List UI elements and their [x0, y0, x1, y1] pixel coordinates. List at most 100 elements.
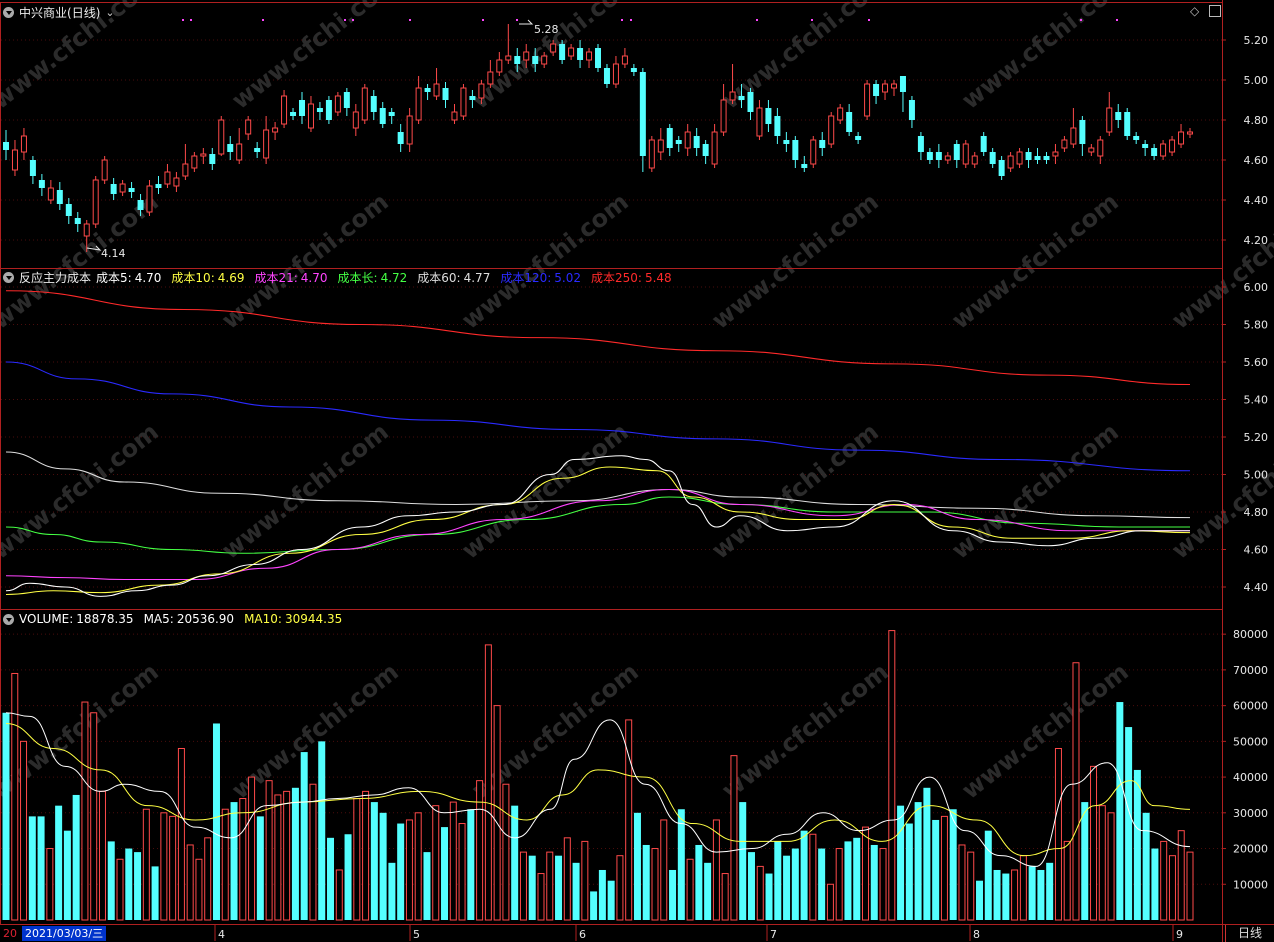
- cost-item-value: 4.77: [463, 270, 491, 285]
- candle-body-down: [747, 92, 754, 112]
- volume-bar-down: [642, 844, 650, 920]
- volume-bar-down: [800, 830, 808, 920]
- cost-legend-item: 成本21: 4.70: [254, 271, 332, 285]
- candle-body-down: [128, 188, 135, 192]
- volume-bar-down: [1142, 812, 1150, 920]
- settings-dropdown-icon[interactable]: ⌄: [105, 6, 114, 19]
- candle-body-up: [657, 139, 664, 153]
- volume-bar-up: [362, 790, 370, 921]
- candle-body-up: [245, 119, 252, 135]
- candle-body-up: [720, 99, 727, 133]
- candle-body-up: [505, 55, 512, 61]
- candle-body-up: [83, 223, 90, 237]
- volume-bar-up: [826, 883, 834, 921]
- collapse-cost-panel-icon[interactable]: [3, 271, 14, 283]
- volume-bar-up: [940, 815, 948, 921]
- candle-body-up: [415, 87, 422, 121]
- volume-item-label: VOLUME:: [19, 612, 74, 626]
- candle: [325, 96, 332, 124]
- candle-body-up: [621, 55, 628, 65]
- volume-bar-down: [28, 816, 36, 920]
- maximize-icon[interactable]: [1209, 5, 1221, 17]
- volume-bar-up: [712, 819, 720, 921]
- period-tab[interactable]: 日线: [1225, 925, 1274, 942]
- cost-item-value: 4.70: [300, 270, 328, 285]
- candle-body-down: [935, 152, 942, 160]
- collapse-volume-panel-icon[interactable]: [3, 613, 14, 625]
- candle-body-down: [254, 148, 261, 152]
- kline-chart[interactable]: www.cfchi.com www.cfchi.com www.cfchi.com w…: [0, 0, 1274, 942]
- candle-body-up: [200, 153, 207, 157]
- time-axis-bar: [0, 925, 1274, 942]
- volume-bar-down: [870, 844, 878, 920]
- volume-bar-down: [379, 812, 387, 920]
- candle-body-down: [899, 76, 906, 92]
- volume-bar-up: [1072, 662, 1080, 921]
- cost-legend-item: 成本60: 4.77: [417, 271, 495, 285]
- candle-body-down: [595, 48, 601, 68]
- candle-body-up: [1088, 147, 1095, 153]
- candle-body-up: [496, 59, 503, 73]
- candle-body-up: [236, 143, 243, 161]
- volume-bar-down: [1133, 769, 1141, 920]
- candle-body-down: [908, 100, 915, 120]
- volume-bar-down: [388, 862, 396, 920]
- volume-bar-down: [291, 787, 299, 920]
- volume-bar-down: [853, 837, 861, 920]
- candle-body-down: [424, 88, 431, 92]
- candle-body-up: [92, 179, 99, 225]
- candle-body-up: [272, 127, 279, 133]
- volume-legend-item: MA5: 20536.90: [144, 612, 240, 626]
- volume-bar-up: [1107, 812, 1115, 921]
- candle-body-up: [487, 71, 494, 85]
- volume-bar-up: [1168, 855, 1176, 921]
- volume-bar-up: [458, 823, 466, 921]
- event-dot: [482, 19, 484, 21]
- cost-item-value: 5.02: [554, 270, 581, 285]
- candle-body-down: [316, 108, 323, 112]
- candle-body-down: [630, 68, 637, 72]
- candle-body-up: [191, 155, 198, 169]
- candle-body-down: [819, 140, 826, 148]
- volume-bar-down: [1037, 869, 1045, 920]
- candle-body-up: [146, 185, 153, 213]
- volume-bar-down: [397, 823, 405, 920]
- candle-body-up: [307, 103, 314, 129]
- candle-body-up: [1007, 155, 1014, 169]
- volume-bar-down: [1116, 702, 1124, 920]
- event-dot: [182, 19, 184, 21]
- candle-body-down: [110, 184, 117, 194]
- candle-body-down: [290, 112, 297, 116]
- volume-bar-up: [1186, 851, 1194, 921]
- year-prefix: 20: [3, 927, 17, 940]
- candle-body-up: [810, 139, 817, 165]
- cost_panel-tick-label: 6.00: [1244, 281, 1269, 294]
- volume-bar-up: [1054, 747, 1062, 921]
- volume-bar-up: [309, 783, 317, 921]
- volume-bar-up: [476, 780, 484, 921]
- candle-body-up: [1187, 131, 1193, 135]
- cost_panel-tick-label: 5.80: [1244, 319, 1269, 332]
- candle-body-up: [586, 51, 593, 61]
- collapse-price-panel-icon[interactable]: [3, 6, 14, 18]
- cost-item-value: 4.72: [380, 270, 408, 285]
- volume-bar-down: [256, 816, 264, 920]
- volume-item-value: 30944.35: [284, 612, 343, 626]
- volume-bar-up: [142, 808, 150, 921]
- candle-body-down: [1142, 144, 1149, 148]
- diamond-icon[interactable]: ◇: [1190, 4, 1199, 18]
- candle-body-up: [182, 163, 189, 177]
- candle-body-up: [173, 177, 180, 187]
- candle-body-down: [917, 136, 924, 152]
- candle-body-down: [577, 48, 584, 60]
- volume-bar-down: [572, 862, 580, 920]
- stock-name: 中兴商业: [19, 5, 68, 20]
- candle-body-down: [1043, 156, 1050, 160]
- candle-body-down: [873, 84, 880, 96]
- event-dot: [868, 19, 870, 21]
- volume-item-value: 20536.90: [176, 612, 235, 626]
- candle-body-up: [451, 111, 458, 121]
- volume-bar-up: [177, 747, 185, 921]
- volume-item-label: MA10:: [244, 612, 282, 626]
- volume-bar-down: [134, 852, 142, 920]
